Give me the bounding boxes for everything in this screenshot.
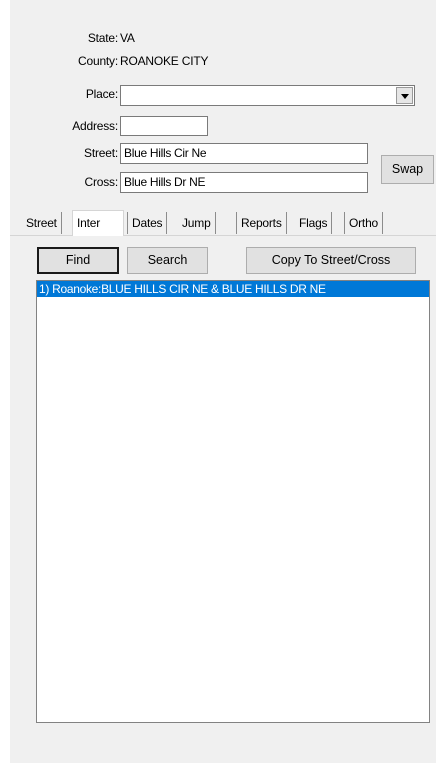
chevron-down-icon[interactable] (396, 87, 413, 104)
tab-flags[interactable]: Flags (295, 212, 333, 234)
place-label: Place: (85, 87, 118, 101)
tab-jump[interactable]: Jump (178, 212, 216, 234)
street-label: Street: (84, 146, 118, 160)
county-label: County: (78, 54, 118, 68)
tab-inter[interactable]: Inter (72, 210, 124, 236)
tab-dates[interactable]: Dates (127, 212, 168, 234)
tab-strip: Street Inter Dates Jump Reports Flags Or… (10, 210, 436, 236)
state-label: State: (87, 31, 118, 45)
search-button[interactable]: Search (127, 247, 208, 274)
county-value: ROANOKE CITY (120, 54, 209, 68)
street-input[interactable]: Blue Hills Cir Ne (120, 143, 368, 164)
address-label: Address: (72, 119, 118, 133)
copy-to-street-cross-button[interactable]: Copy To Street/Cross (246, 247, 416, 274)
list-item[interactable]: 1) Roanoke:BLUE HILLS CIR NE & BLUE HILL… (37, 281, 429, 297)
address-input[interactable] (120, 116, 208, 136)
cross-label: Cross: (84, 175, 119, 189)
intersection-results-list[interactable]: 1) Roanoke:BLUE HILLS CIR NE & BLUE HILL… (36, 280, 430, 723)
tab-ortho[interactable]: Ortho (344, 212, 384, 234)
find-button[interactable]: Find (37, 247, 119, 274)
swap-button[interactable]: Swap (381, 155, 434, 184)
state-value: VA (120, 31, 135, 45)
cross-input[interactable]: Blue Hills Dr NE (120, 172, 368, 193)
place-dropdown[interactable] (120, 85, 415, 106)
tab-reports[interactable]: Reports (236, 212, 287, 234)
tab-street[interactable]: Street (22, 212, 62, 234)
